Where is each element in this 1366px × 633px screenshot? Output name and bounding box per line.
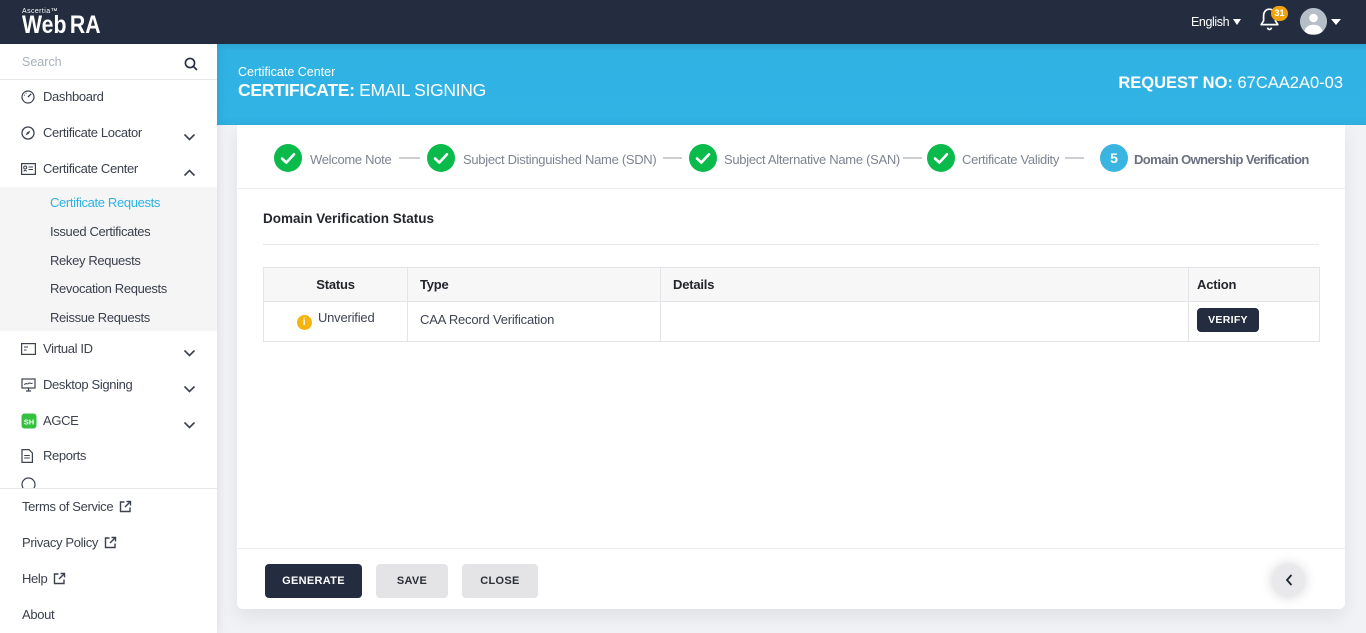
svg-text:SH: SH [24, 418, 34, 427]
